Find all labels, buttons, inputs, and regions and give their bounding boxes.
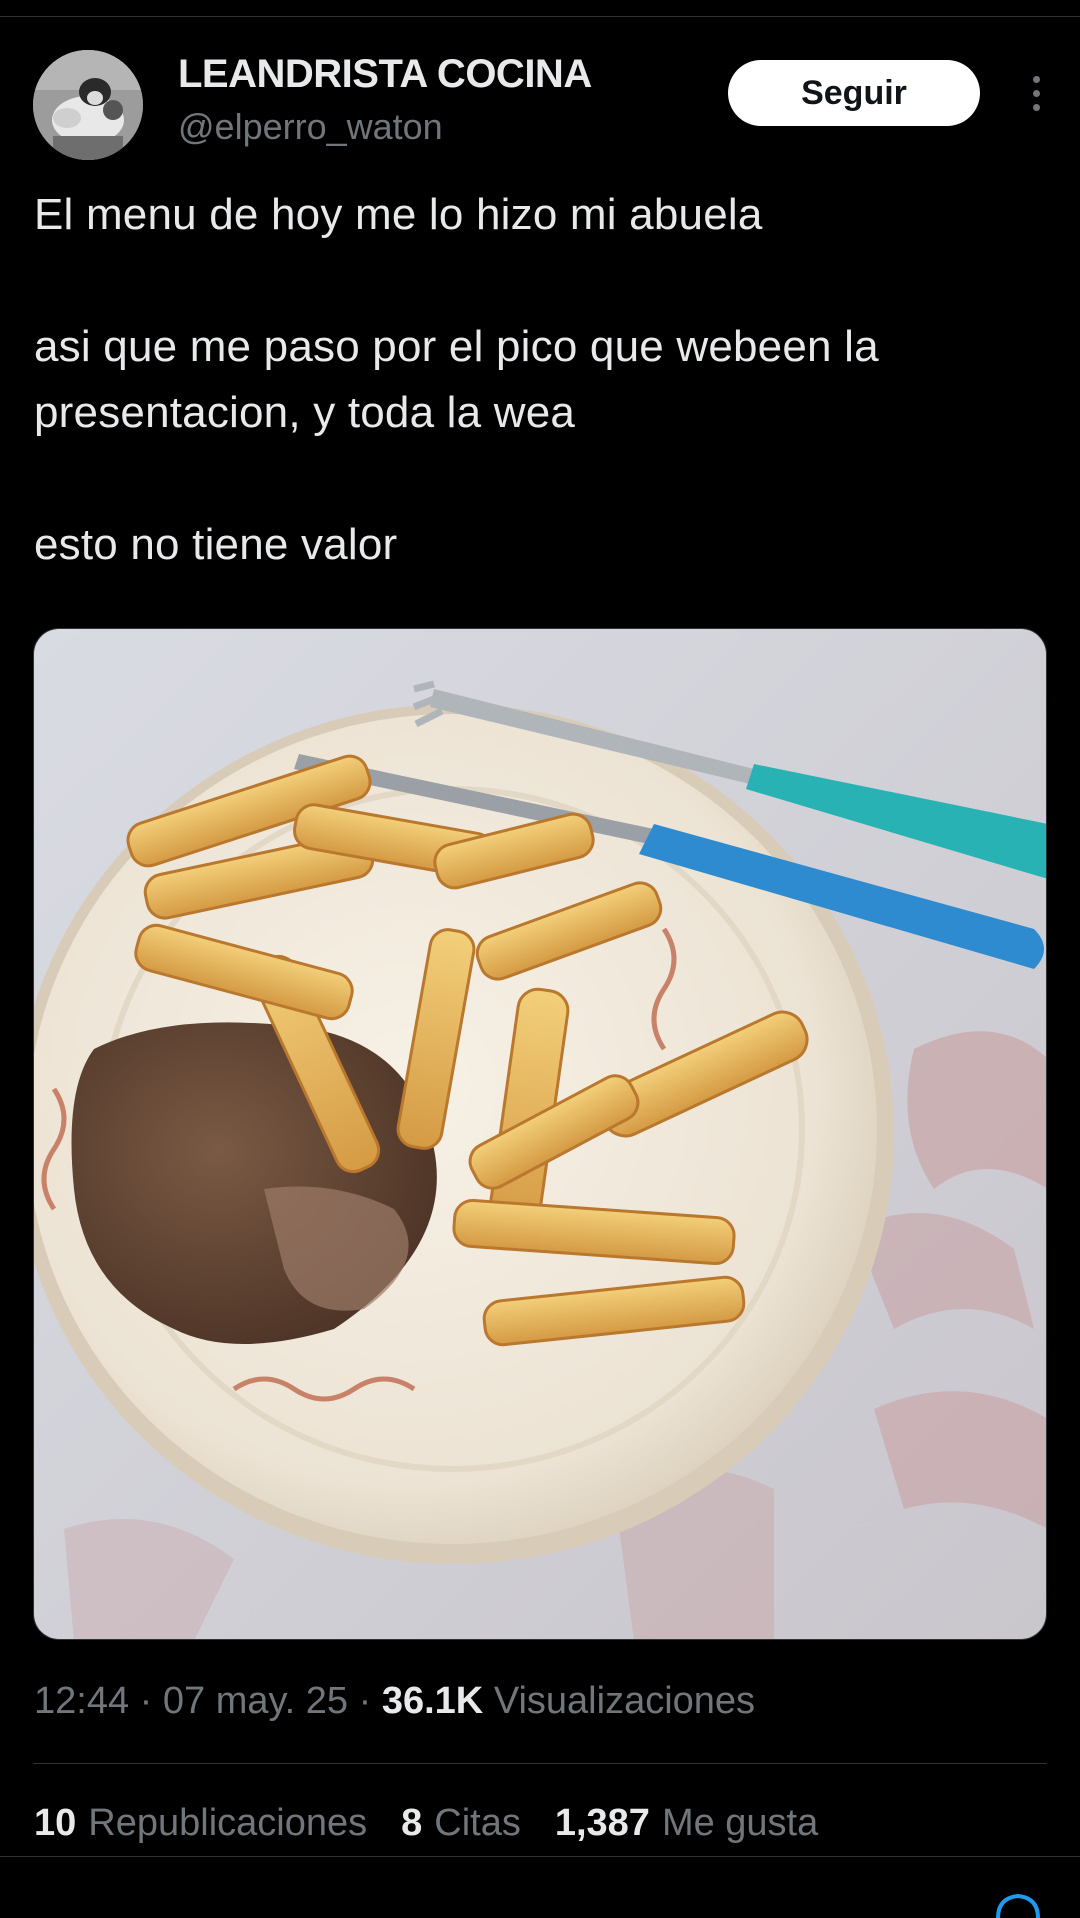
tweet-time[interactable]: 12:44 <box>34 1680 129 1722</box>
author-handle[interactable]: @elperro_waton <box>178 106 443 148</box>
top-divider <box>0 16 1080 17</box>
quotes-label: Citas <box>434 1802 521 1844</box>
likes-stat[interactable]: 1,387 Me gusta <box>555 1802 818 1845</box>
author-name[interactable]: LEANDRISTA COCINA <box>178 52 592 97</box>
meta-separator: · <box>139 1680 153 1722</box>
reposts-label: Republicaciones <box>88 1802 368 1844</box>
views-count: 36.1K <box>381 1680 484 1722</box>
likes-label: Me gusta <box>661 1802 819 1844</box>
more-vertical-icon[interactable] <box>1016 68 1056 118</box>
views-label: Visualizaciones <box>493 1680 756 1722</box>
tweet-meta: 12:44 · 07 may. 25 · 36.1K Visualizacion… <box>34 1680 755 1723</box>
tweet-text: El menu de hoy me lo hizo mi abuela asi … <box>34 182 1044 578</box>
engagement-stats: 10 Republicaciones 8 Citas 1,387 Me gust… <box>34 1802 818 1845</box>
avatar-image <box>33 50 143 160</box>
follow-button[interactable]: Seguir <box>728 60 980 126</box>
tweet-photo[interactable] <box>33 628 1047 1640</box>
avatar[interactable] <box>33 50 143 160</box>
meta-divider <box>33 1763 1047 1764</box>
share-icon[interactable] <box>988 1888 1048 1918</box>
quotes-count: 8 <box>401 1802 423 1844</box>
bottom-divider <box>0 1856 1080 1857</box>
reposts-count: 10 <box>34 1802 77 1844</box>
tweet-line: esto no tiene valor <box>34 520 398 569</box>
meta-separator: · <box>358 1680 372 1722</box>
food-photo <box>34 629 1046 1639</box>
tweet-date[interactable]: 07 may. 25 <box>163 1680 348 1722</box>
likes-count: 1,387 <box>554 1802 650 1844</box>
tweet-header: LEANDRISTA COCINA @elperro_waton Seguir <box>33 50 1053 162</box>
reposts-stat[interactable]: 10 Republicaciones <box>34 1802 367 1845</box>
tweet-line: asi que me paso por el pico que webeen l… <box>34 322 879 437</box>
tweet-line: El menu de hoy me lo hizo mi abuela <box>34 190 763 239</box>
quotes-stat[interactable]: 8 Citas <box>401 1802 521 1845</box>
